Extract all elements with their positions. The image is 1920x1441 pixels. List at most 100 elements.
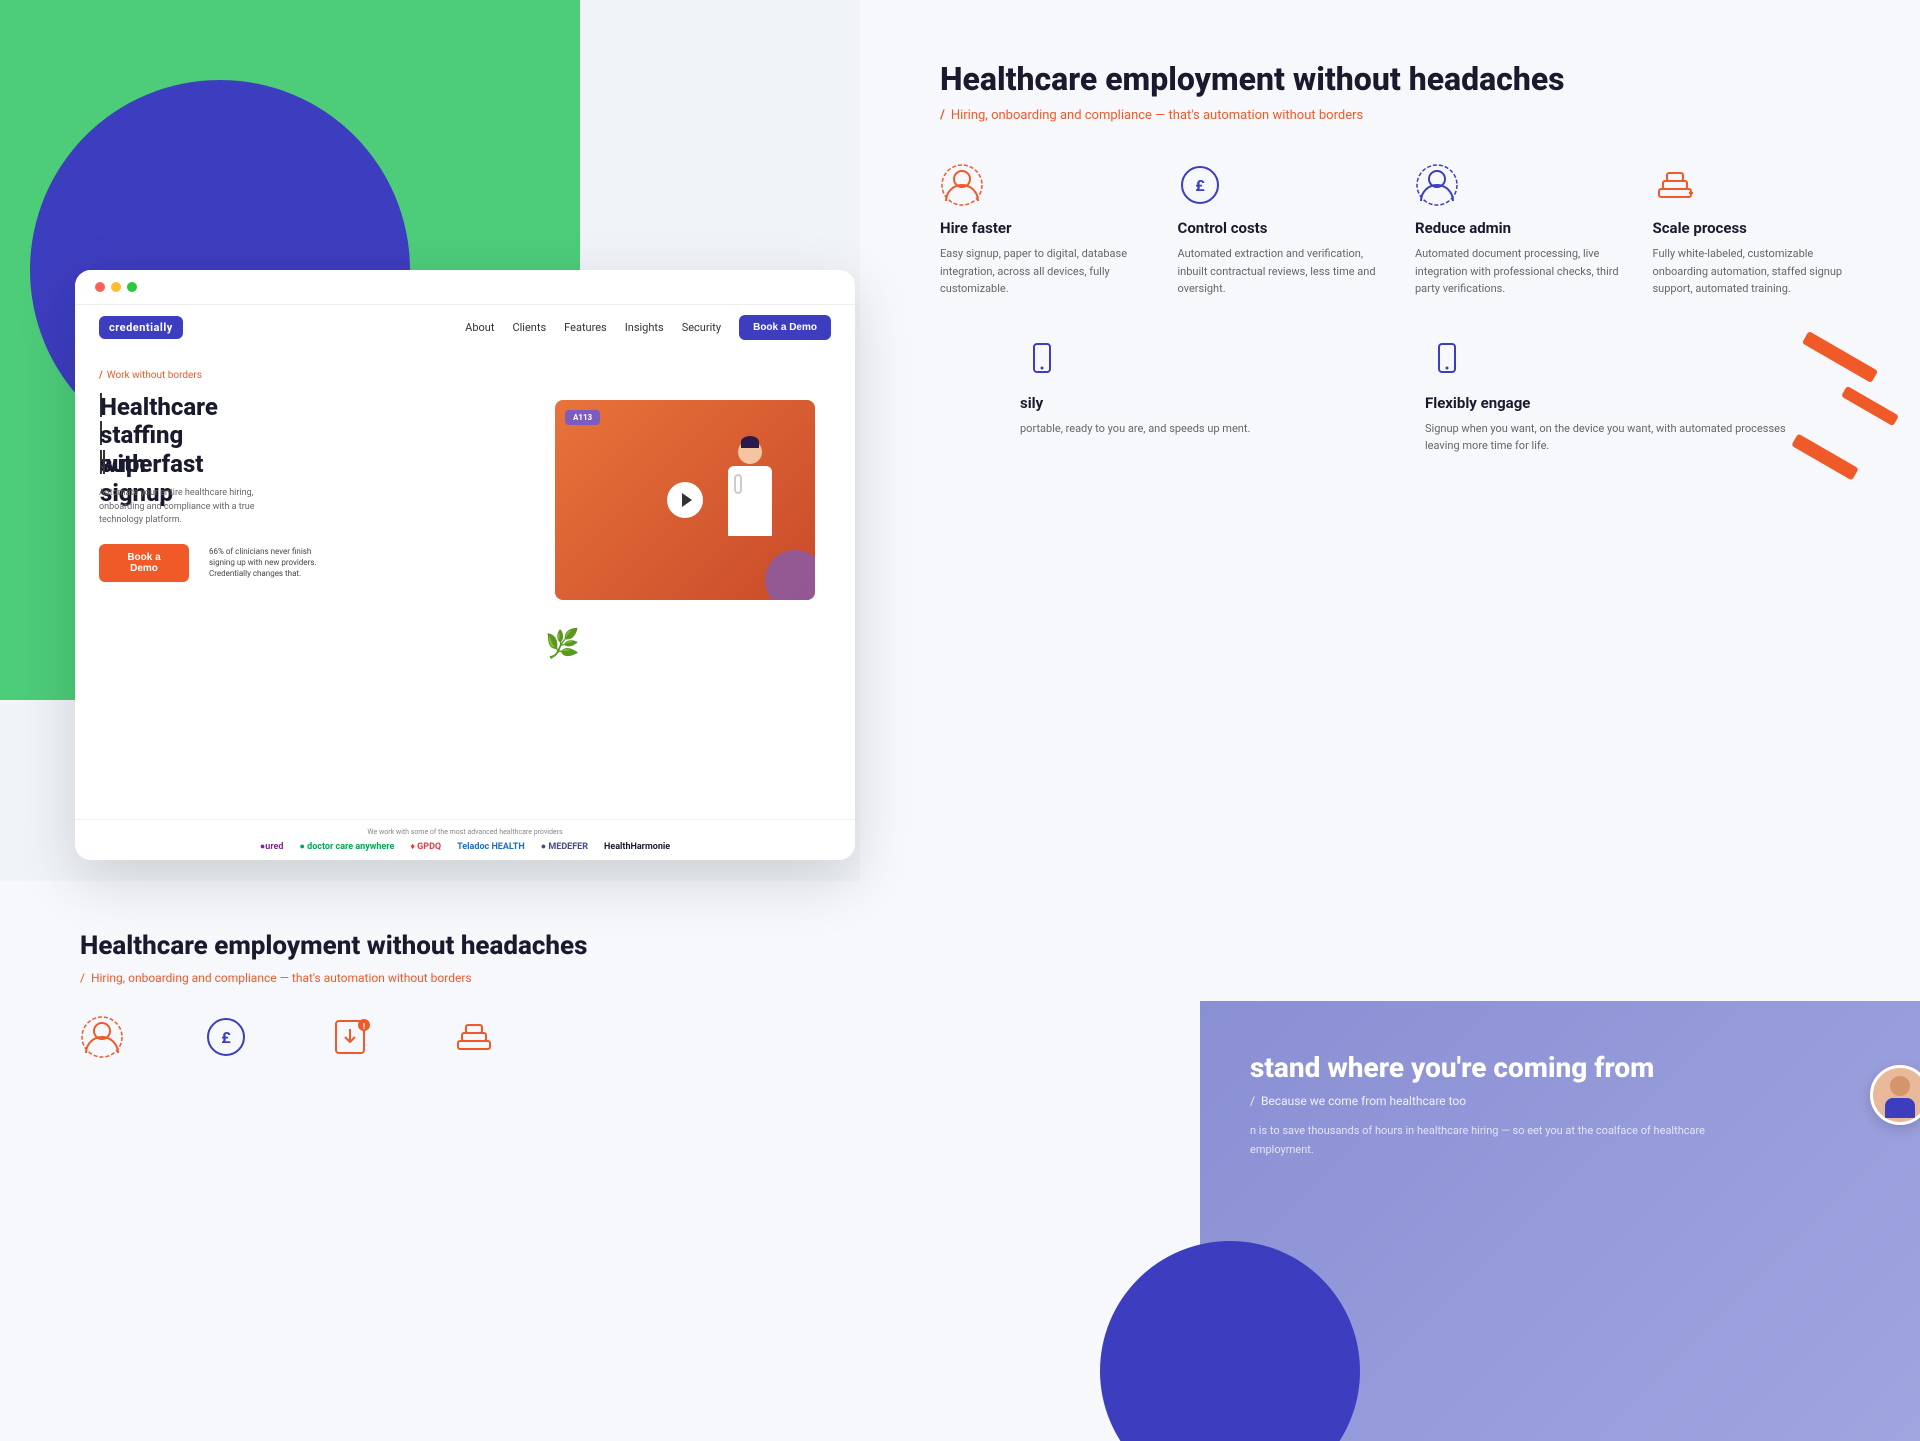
feature-reduce-admin: Reduce admin Automated document processi… xyxy=(1415,163,1623,298)
hero-cta-button[interactable]: Book a Demo xyxy=(99,544,189,582)
browser-dot-yellow[interactable] xyxy=(111,282,121,292)
nav-security[interactable]: Security xyxy=(682,321,721,334)
partners-strip: We work with some of the most advanced h… xyxy=(75,819,855,860)
hero-cta-row: Book a Demo 66% of clinicians never fini… xyxy=(99,544,329,582)
nurse-body xyxy=(728,466,772,536)
nav-about[interactable]: About xyxy=(465,321,494,334)
control-costs-desc: Automated extraction and verification, i… xyxy=(1178,245,1386,298)
nav-insights[interactable]: Insights xyxy=(625,321,664,334)
control-costs-title: Control costs xyxy=(1178,219,1386,237)
hero-tag-text: Work without borders xyxy=(107,370,202,381)
video-thumbnail: A113 xyxy=(555,400,815,600)
plant-decoration: 🌿 xyxy=(545,627,580,660)
nurse-hair xyxy=(741,436,759,448)
avatar-head xyxy=(1890,1076,1910,1096)
hero-content: / Work without borders Healthcare staffi… xyxy=(99,370,329,582)
scale-process-icon xyxy=(1653,163,1697,207)
flexibly-engage-title: Flexibly engage xyxy=(1425,394,1800,412)
subtitle-slash: / xyxy=(940,108,945,123)
video-play-button[interactable] xyxy=(667,482,703,518)
reduce-admin-icon xyxy=(1415,163,1459,207)
flexibly-engage-desc: Signup when you want, on the device you … xyxy=(1425,420,1800,455)
partner-gpdq: ♦ GPDQ xyxy=(410,841,441,852)
scale-process-title: Scale process xyxy=(1653,219,1861,237)
scale-process-desc: Fully white-labeled, customizable onboar… xyxy=(1653,245,1861,298)
features-subtitle: / Hiring, onboarding and compliance — th… xyxy=(940,108,1860,123)
nav-clients[interactable]: Clients xyxy=(512,321,546,334)
lower-icons-row: £ ! xyxy=(80,1015,860,1063)
features-row2: sily portable, ready to you are, and spe… xyxy=(940,338,1860,455)
hero-tag: / Work without borders xyxy=(99,370,329,381)
partner-teladoc: Teladoc HEALTH xyxy=(457,842,525,852)
partner-health: HealthHarmonie xyxy=(604,842,670,852)
right-panel: Healthcare employment without headaches … xyxy=(860,0,1920,1441)
lower-subtitle: / Hiring, onboarding and compliance — th… xyxy=(80,971,860,985)
partners-intro: We work with some of the most advanced h… xyxy=(95,828,835,836)
hire-faster-title: Hire faster xyxy=(940,219,1148,237)
browser-dot-red[interactable] xyxy=(95,282,105,292)
reduce-admin-desc: Automated document processing, live inte… xyxy=(1415,245,1623,298)
nurse-stethoscope xyxy=(734,474,742,494)
lower-right-title: stand where you're coming from xyxy=(1250,1051,1870,1084)
nav-book-demo-button[interactable]: Book a Demo xyxy=(739,315,831,340)
feature-flexibly-engage: Flexibly engage Signup when you want, on… xyxy=(1425,338,1800,455)
browser-dot-green[interactable] xyxy=(127,282,137,292)
lower-right-slash: / xyxy=(1250,1094,1255,1108)
reduce-admin-title: Reduce admin xyxy=(1415,219,1623,237)
lower-title: Healthcare employment without headaches xyxy=(80,931,860,961)
features-section: Healthcare employment without headaches … xyxy=(860,0,1920,495)
laptop-avatar xyxy=(1870,1065,1920,1145)
lower-icon-download: ! xyxy=(328,1015,372,1063)
features-title: Healthcare employment without headaches xyxy=(940,60,1860,98)
feature-hire-faster: Hire faster Easy signup, paper to digita… xyxy=(940,163,1148,298)
feature-control-costs: £ Control costs Automated extraction and… xyxy=(1178,163,1386,298)
feature-scale-process: Scale process Fully white-labeled, custo… xyxy=(1653,163,1861,298)
lower-right-sub-text: Because we come from healthcare too xyxy=(1261,1094,1466,1108)
control-costs-icon: £ xyxy=(1178,163,1222,207)
lower-right-subtitle: / Because we come from healthcare too xyxy=(1250,1094,1870,1108)
lower-slash: / xyxy=(80,971,85,985)
flexibly-engage-icon xyxy=(1425,338,1469,382)
hero-video-area: A113 🌿 xyxy=(535,370,855,670)
browser-chrome-header xyxy=(75,270,855,305)
engage-easily-desc: portable, ready to you are, and speeds u… xyxy=(1020,420,1395,438)
hero-title-line1: Healthcare xyxy=(100,393,102,417)
avatar-image xyxy=(1870,1065,1920,1125)
video-room-label: A113 xyxy=(565,410,600,425)
nav-links: About Clients Features Insights Security… xyxy=(465,315,831,340)
hero-title: Healthcare staffing with superfast signu… xyxy=(99,389,329,475)
browser-hero: / Work without borders Healthcare staffi… xyxy=(75,350,855,770)
lower-right-section: stand where you're coming from / Because… xyxy=(1200,1001,1920,1441)
feature-engage-easily: sily portable, ready to you are, and spe… xyxy=(1020,338,1395,455)
hero-title-line2: staffing with xyxy=(100,421,102,445)
play-icon xyxy=(682,493,692,507)
browser-window: credentially About Clients Features Insi… xyxy=(75,270,855,860)
partner-medefer: ● MEDEFER xyxy=(541,841,588,852)
partners-logos: ●ured ● doctor care anywhere ♦ GPDQ Tela… xyxy=(95,841,835,852)
nurse-head xyxy=(738,440,762,464)
lower-icon-user xyxy=(80,1015,124,1063)
avatar-body xyxy=(1885,1098,1915,1118)
cursor-blink xyxy=(103,450,105,474)
browser-navbar: credentially About Clients Features Insi… xyxy=(75,305,855,350)
lower-right-desc: n is to save thousands of hours in healt… xyxy=(1250,1122,1730,1159)
hire-faster-icon xyxy=(940,163,984,207)
partner-doctor: ● doctor care anywhere xyxy=(299,841,394,852)
lower-icon-pound: £ xyxy=(204,1015,248,1063)
svg-text:£: £ xyxy=(1195,176,1205,195)
engage-easily-title: sily xyxy=(1020,394,1395,412)
hero-title-line3: superfast signup xyxy=(100,450,102,474)
hire-faster-desc: Easy signup, paper to digital, database … xyxy=(940,245,1148,298)
lower-icon-layers xyxy=(452,1015,496,1063)
lower-left-section: Healthcare employment without headaches … xyxy=(0,881,860,1441)
hero-stat: 66% of clinicians never finish signing u… xyxy=(209,546,329,580)
lower-blue-circle xyxy=(1100,1241,1360,1441)
hero-slash: / xyxy=(99,370,103,381)
hero-description: Automate your entire healthcare hiring, … xyxy=(99,487,299,528)
features-grid: Hire faster Easy signup, paper to digita… xyxy=(940,163,1860,298)
svg-text:!: ! xyxy=(363,1022,365,1031)
nav-features[interactable]: Features xyxy=(564,321,607,334)
svg-text:£: £ xyxy=(221,1028,231,1047)
brand-logo[interactable]: credentially xyxy=(99,316,183,339)
subtitle-text: Hiring, onboarding and compliance — that… xyxy=(951,108,1363,123)
